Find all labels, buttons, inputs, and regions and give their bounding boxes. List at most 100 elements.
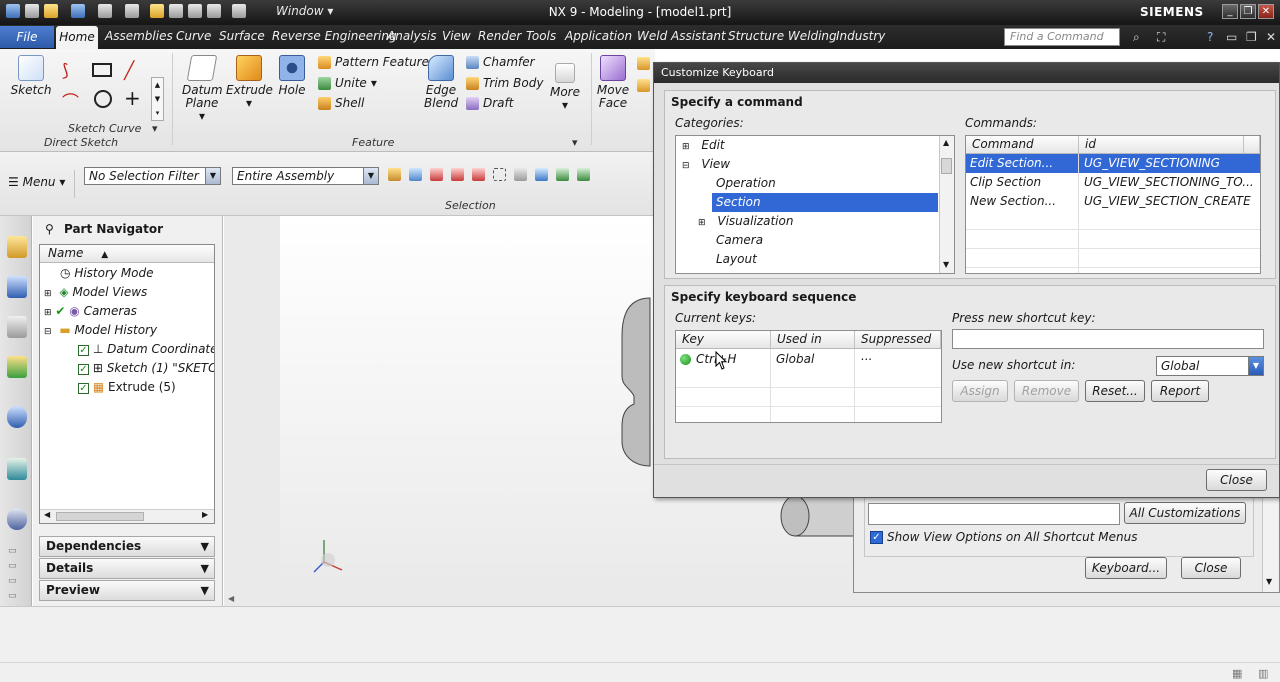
resource-bar-more[interactable]: ▭ ▭ ▭ ▭ [8, 544, 22, 602]
help-icon[interactable]: ? [1207, 30, 1213, 44]
tab-render[interactable]: Render [478, 29, 521, 43]
selection-scope-select[interactable]: Entire Assembly ▼ [232, 167, 379, 185]
scroll-down-icon[interactable]: ▼ [1266, 577, 1272, 586]
shortcut-key-input[interactable] [952, 329, 1264, 349]
line-icon[interactable]: ╱ [124, 61, 134, 81]
reset-button[interactable]: Reset... [1085, 380, 1145, 402]
scroll-left-icon[interactable]: ◀ [228, 594, 234, 603]
part-navigator-icon[interactable] [7, 316, 27, 338]
tab-surface[interactable]: Surface [219, 29, 265, 43]
scroll-thumb[interactable] [941, 158, 952, 174]
select-edge-icon[interactable] [556, 168, 569, 181]
ribbon-restore-icon[interactable]: ❐ [1246, 30, 1257, 44]
expand-icon[interactable]: ⊞ [44, 308, 52, 318]
scroll-left-icon[interactable]: ◀ [44, 510, 50, 519]
constraint-navigator-icon[interactable] [7, 276, 27, 298]
tab-view[interactable]: View [442, 29, 471, 43]
horizontal-scrollbar[interactable]: ◀ ▶ [40, 509, 214, 523]
tab-home[interactable]: Home [56, 26, 98, 49]
dialog-close-button[interactable]: Close [1206, 469, 1267, 491]
tab-industry[interactable]: Industry [836, 29, 885, 43]
feature-group-dropdown-icon[interactable]: ▾ [572, 136, 578, 149]
snap-point-icon[interactable] [430, 168, 443, 181]
ribbon-minimize-icon[interactable]: ▭ [1226, 30, 1237, 44]
unite-button[interactable]: Unite ▾ [318, 76, 377, 90]
category-view[interactable]: ⊟ View [676, 155, 730, 174]
general-selection-icon[interactable] [388, 168, 401, 181]
id-column-header[interactable]: id [1079, 136, 1244, 154]
assign-button[interactable]: Assign [952, 380, 1008, 402]
move-face-button[interactable]: Move Face [596, 55, 630, 110]
command-column-header[interactable]: Command [966, 136, 1079, 154]
profile-icon[interactable]: ⟆ [62, 61, 69, 81]
collapse-icon[interactable]: ⊟ [44, 327, 52, 337]
tab-curve[interactable]: Curve [176, 29, 211, 43]
search-icon[interactable]: ⌕ [1133, 30, 1140, 45]
customize-text-field[interactable] [868, 503, 1120, 525]
menu-button[interactable]: ☰ Menu ▾ [8, 175, 65, 189]
arc-icon[interactable]: ⌒ [62, 88, 79, 113]
ribbon-close-icon[interactable]: ✕ [1266, 30, 1276, 44]
show-view-options-checkbox[interactable]: ✓ Show View Options on All Shortcut Menu… [870, 530, 1137, 544]
select-point-icon[interactable] [577, 168, 590, 181]
full-screen-toggle-icon[interactable]: ▦ [1232, 667, 1242, 680]
select-body-icon[interactable] [514, 168, 527, 181]
category-camera[interactable]: Camera [676, 231, 763, 250]
assembly-navigator-icon[interactable] [7, 236, 27, 258]
extrude-button[interactable]: Extrude ▾ [226, 55, 273, 110]
tab-assemblies[interactable]: Assemblies [105, 29, 173, 43]
web-browser-icon[interactable] [7, 458, 27, 480]
box-select-icon[interactable] [472, 168, 485, 181]
shell-button[interactable]: Shell [318, 96, 364, 110]
draft-button[interactable]: Draft [466, 96, 513, 110]
expand-icon[interactable]: ⊞ [698, 218, 706, 228]
close-window-button[interactable]: ✕ [1258, 4, 1274, 19]
visibility-checkbox[interactable]: ✓ [78, 345, 89, 356]
category-operation[interactable]: Operation [676, 174, 776, 193]
sketch-curve-gallery-scroll[interactable]: ▲ ▼ ▾ [151, 77, 164, 121]
synchronous-tool-icon[interactable] [637, 57, 650, 70]
visibility-checkbox[interactable]: ✓ [78, 383, 89, 394]
command-row[interactable]: Edit Section... UG_VIEW_SECTIONING [966, 154, 1260, 173]
circle-icon[interactable] [94, 90, 112, 108]
category-edit[interactable]: ⊞ Edit [676, 136, 725, 155]
categories-scrollbar[interactable]: ▲ ▼ [939, 136, 954, 273]
sketch-curve-dropdown-icon[interactable]: ▾ [152, 122, 158, 135]
visibility-checkbox[interactable]: ✓ [78, 364, 89, 375]
tree-item-extrude[interactable]: ✓ ▦ Extrude (5) [40, 378, 214, 397]
rectangle-icon[interactable] [92, 63, 112, 77]
expand-icon[interactable]: ⊞ [44, 289, 52, 299]
pin-icon[interactable]: ⚲ [45, 222, 54, 236]
tree-item-datum-coordinate[interactable]: ✓ ⊥ Datum Coordinate ... [40, 340, 214, 359]
restore-button[interactable]: ❐ [1240, 4, 1256, 19]
customize-close-button[interactable]: Close [1181, 557, 1241, 579]
feature-selection-icon[interactable] [409, 168, 422, 181]
category-layout[interactable]: Layout [676, 250, 757, 269]
tree-item-cameras[interactable]: ⊞ ✔ ◉ Cameras [40, 302, 214, 321]
sketch-button[interactable]: Sketch [10, 55, 52, 97]
datum-plane-button[interactable]: Datum Plane ▾ [182, 55, 223, 123]
keyboard-button[interactable]: Keyboard... [1085, 557, 1167, 579]
report-button[interactable]: Report [1151, 380, 1209, 402]
find-command-input[interactable]: Find a Command [1004, 28, 1120, 46]
scroll-right-icon[interactable]: ▶ [202, 510, 208, 519]
tree-item-history-mode[interactable]: ◷ History Mode [40, 264, 214, 283]
collapse-icon[interactable]: ⊟ [682, 161, 690, 171]
hole-button[interactable]: Hole [276, 55, 308, 97]
dependencies-panel[interactable]: Dependencies ▼ [39, 536, 215, 557]
dialog-title-bar[interactable]: Customize Keyboard [654, 63, 1279, 83]
scroll-up-icon[interactable]: ▲ [943, 138, 949, 147]
tab-reverse-engineering[interactable]: Reverse Engineering [272, 29, 397, 43]
scroll-thumb[interactable] [56, 512, 144, 521]
tab-structure-welding[interactable]: Structure Welding [728, 29, 837, 43]
tab-weld-assistant[interactable]: Weld Assistant [637, 29, 726, 43]
details-panel[interactable]: Details ▼ [39, 558, 215, 579]
hd3d-tools-icon[interactable] [7, 406, 27, 428]
select-face-icon[interactable] [535, 168, 548, 181]
point-icon[interactable]: + [124, 86, 141, 110]
trim-body-button[interactable]: Trim Body [466, 76, 543, 90]
full-screen-icon[interactable]: ⛶ [1157, 30, 1165, 45]
category-section[interactable]: Section [712, 193, 938, 212]
tree-item-sketch[interactable]: ✓ ⊞ Sketch (1) "SKETCH [40, 359, 214, 378]
used-in-column-header[interactable]: Used in [771, 331, 855, 349]
